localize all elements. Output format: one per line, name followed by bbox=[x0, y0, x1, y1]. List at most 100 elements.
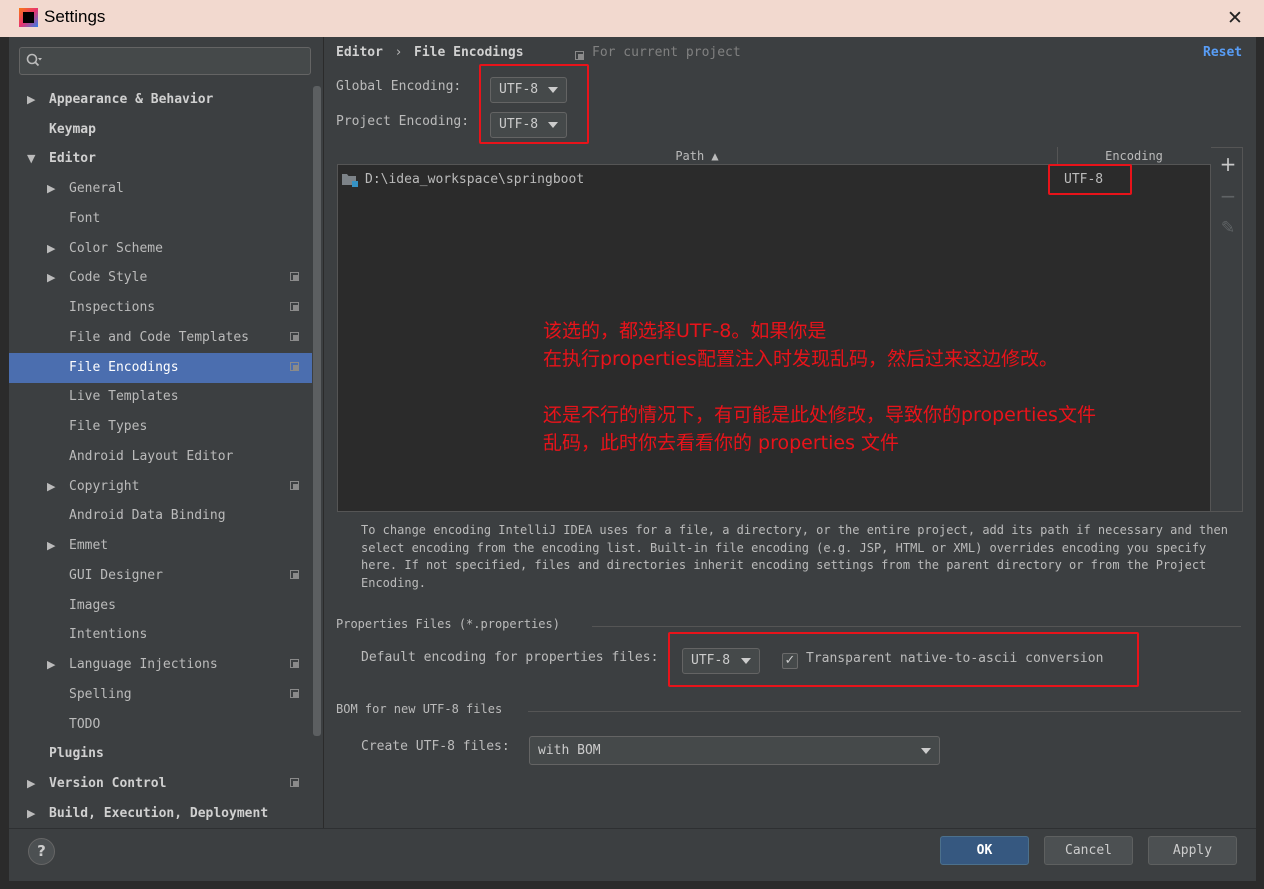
tree-item-live-templates[interactable]: Live Templates bbox=[9, 382, 313, 412]
search-icon[interactable] bbox=[25, 52, 43, 70]
tree-item-code-style[interactable]: ▶ Code Style bbox=[9, 263, 313, 293]
collapse-arrow-icon[interactable]: ▼ bbox=[27, 144, 35, 174]
tree-item-file-code-templates[interactable]: File and Code Templates bbox=[9, 323, 313, 353]
sidebar-scrollbar-thumb[interactable] bbox=[313, 86, 321, 736]
project-scope-icon bbox=[290, 272, 299, 281]
project-scope-icon bbox=[290, 689, 299, 698]
background-window-edge-left bbox=[0, 37, 9, 889]
bom-value: with BOM bbox=[538, 743, 601, 758]
title-bar bbox=[0, 0, 1264, 37]
ok-button[interactable]: OK bbox=[940, 836, 1029, 865]
annotation-highlight-box bbox=[1048, 164, 1132, 195]
tree-item-images[interactable]: Images bbox=[9, 591, 313, 621]
tree-item-build-execution-deployment[interactable]: ▶ Build, Execution, Deployment bbox=[9, 799, 313, 829]
tree-item-label: File Types bbox=[69, 419, 148, 434]
tree-item-spelling[interactable]: Spelling bbox=[9, 680, 313, 710]
expand-arrow-icon[interactable]: ▶ bbox=[27, 799, 35, 829]
expand-arrow-icon[interactable]: ▶ bbox=[47, 531, 55, 561]
bom-select[interactable]: with BOM bbox=[529, 736, 940, 765]
tree-item-label: General bbox=[69, 181, 124, 196]
tree-item-gui-designer[interactable]: GUI Designer bbox=[9, 561, 313, 591]
tree-item-label: Inspections bbox=[69, 300, 156, 315]
tree-item-label: Intentions bbox=[69, 627, 148, 642]
expand-arrow-icon[interactable]: ▶ bbox=[47, 174, 55, 204]
footer-divider bbox=[9, 828, 1256, 829]
tree-item-font[interactable]: Font bbox=[9, 204, 313, 234]
global-encoding-label: Global Encoding: bbox=[336, 79, 462, 94]
tree-item-version-control[interactable]: ▶ Version Control bbox=[9, 769, 313, 799]
tree-item-label: Copyright bbox=[69, 479, 140, 494]
tree-item-keymap[interactable]: Keymap bbox=[9, 115, 313, 145]
row-path: D:\idea_workspace\springboot bbox=[365, 172, 585, 187]
expand-arrow-icon[interactable]: ▶ bbox=[47, 263, 55, 293]
tree-item-copyright[interactable]: ▶ Copyright bbox=[9, 472, 313, 502]
background-window-edge-bottom bbox=[0, 881, 1264, 889]
tree-item-label: Android Layout Editor bbox=[69, 449, 234, 464]
settings-search-input[interactable] bbox=[19, 47, 311, 75]
tree-item-label: Live Templates bbox=[69, 389, 179, 404]
apply-button[interactable]: Apply bbox=[1148, 836, 1237, 865]
tree-item-label: Code Style bbox=[69, 270, 148, 285]
section-divider bbox=[528, 711, 1241, 712]
annotation-text: 该选的，都选择UTF-8。如果你是 在执行properties配置注入时发现乱码… bbox=[543, 320, 1096, 454]
help-description: To change encoding IntelliJ IDEA uses fo… bbox=[361, 523, 1228, 590]
tree-item-android-layout-editor[interactable]: Android Layout Editor bbox=[9, 442, 313, 472]
add-icon[interactable]: + bbox=[1216, 152, 1240, 176]
module-folder-icon bbox=[342, 174, 358, 187]
project-scope-icon bbox=[290, 481, 299, 490]
tree-item-file-encodings[interactable]: File Encodings bbox=[9, 353, 313, 383]
tree-item-label: GUI Designer bbox=[69, 568, 163, 583]
expand-arrow-icon[interactable]: ▶ bbox=[27, 769, 35, 799]
tree-item-label: Appearance & Behavior bbox=[49, 92, 214, 107]
tree-item-emmet[interactable]: ▶ Emmet bbox=[9, 531, 313, 561]
project-scope-icon bbox=[290, 332, 299, 341]
tree-item-language-injections[interactable]: ▶ Language Injections bbox=[9, 650, 313, 680]
default-properties-encoding-label: Default encoding for properties files: bbox=[361, 650, 659, 665]
window-title: Settings bbox=[44, 7, 106, 26]
tree-item-android-data-binding[interactable]: Android Data Binding bbox=[9, 501, 313, 531]
expand-arrow-icon[interactable]: ▶ bbox=[47, 234, 55, 264]
column-header-encoding[interactable]: Encoding bbox=[1058, 147, 1210, 165]
tree-item-intentions[interactable]: Intentions bbox=[9, 620, 313, 650]
background-window-edge-right bbox=[1256, 37, 1264, 889]
tree-item-label: Color Scheme bbox=[69, 241, 163, 256]
breadcrumb-parent: Editor bbox=[336, 45, 383, 60]
tree-item-todo[interactable]: TODO bbox=[9, 710, 313, 740]
bom-section-title: BOM for new UTF-8 files bbox=[336, 702, 503, 716]
tree-item-file-types[interactable]: File Types bbox=[9, 412, 313, 442]
close-icon[interactable]: ✕ bbox=[1223, 6, 1247, 30]
tree-item-label: TODO bbox=[69, 717, 101, 732]
project-scope-icon bbox=[290, 778, 299, 787]
tree-item-editor[interactable]: ▼ Editor bbox=[9, 144, 313, 174]
edit-icon[interactable]: ✎ bbox=[1216, 216, 1240, 240]
project-scope-icon bbox=[290, 302, 299, 311]
tree-item-label: Images bbox=[69, 598, 116, 613]
tree-item-label: File and Code Templates bbox=[69, 330, 250, 345]
remove-icon[interactable]: − bbox=[1216, 184, 1240, 208]
cancel-button[interactable]: Cancel bbox=[1044, 836, 1133, 865]
tree-item-label: Spelling bbox=[69, 687, 132, 702]
annotation-highlight-box bbox=[668, 632, 1139, 687]
tree-item-label: Android Data Binding bbox=[69, 508, 226, 523]
tree-item-color-scheme[interactable]: ▶ Color Scheme bbox=[9, 234, 313, 264]
annotation-highlight-box bbox=[479, 64, 589, 144]
intellij-app-icon bbox=[19, 8, 38, 27]
help-button[interactable]: ? bbox=[28, 838, 55, 865]
reset-link[interactable]: Reset bbox=[1203, 45, 1242, 60]
tree-item-label: Language Injections bbox=[69, 657, 218, 672]
column-header-path[interactable]: Path ▲ bbox=[337, 147, 1057, 165]
expand-arrow-icon[interactable]: ▶ bbox=[27, 85, 35, 115]
project-scope-icon bbox=[290, 570, 299, 579]
tree-item-general[interactable]: ▶ General bbox=[9, 174, 313, 204]
tree-item-appearance-behavior[interactable]: ▶ Appearance & Behavior bbox=[9, 85, 313, 115]
project-scope-icon bbox=[290, 659, 299, 668]
tree-item-label: Emmet bbox=[69, 538, 109, 553]
tree-item-label: Build, Execution, Deployment bbox=[49, 806, 269, 821]
tree-item-label: Version Control bbox=[49, 776, 167, 791]
tree-item-plugins[interactable]: Plugins bbox=[9, 739, 313, 769]
tree-item-inspections[interactable]: Inspections bbox=[9, 293, 313, 323]
tree-item-label: File Encodings bbox=[69, 360, 179, 375]
chevron-down-icon bbox=[921, 748, 931, 754]
expand-arrow-icon[interactable]: ▶ bbox=[47, 650, 55, 680]
expand-arrow-icon[interactable]: ▶ bbox=[47, 472, 55, 502]
